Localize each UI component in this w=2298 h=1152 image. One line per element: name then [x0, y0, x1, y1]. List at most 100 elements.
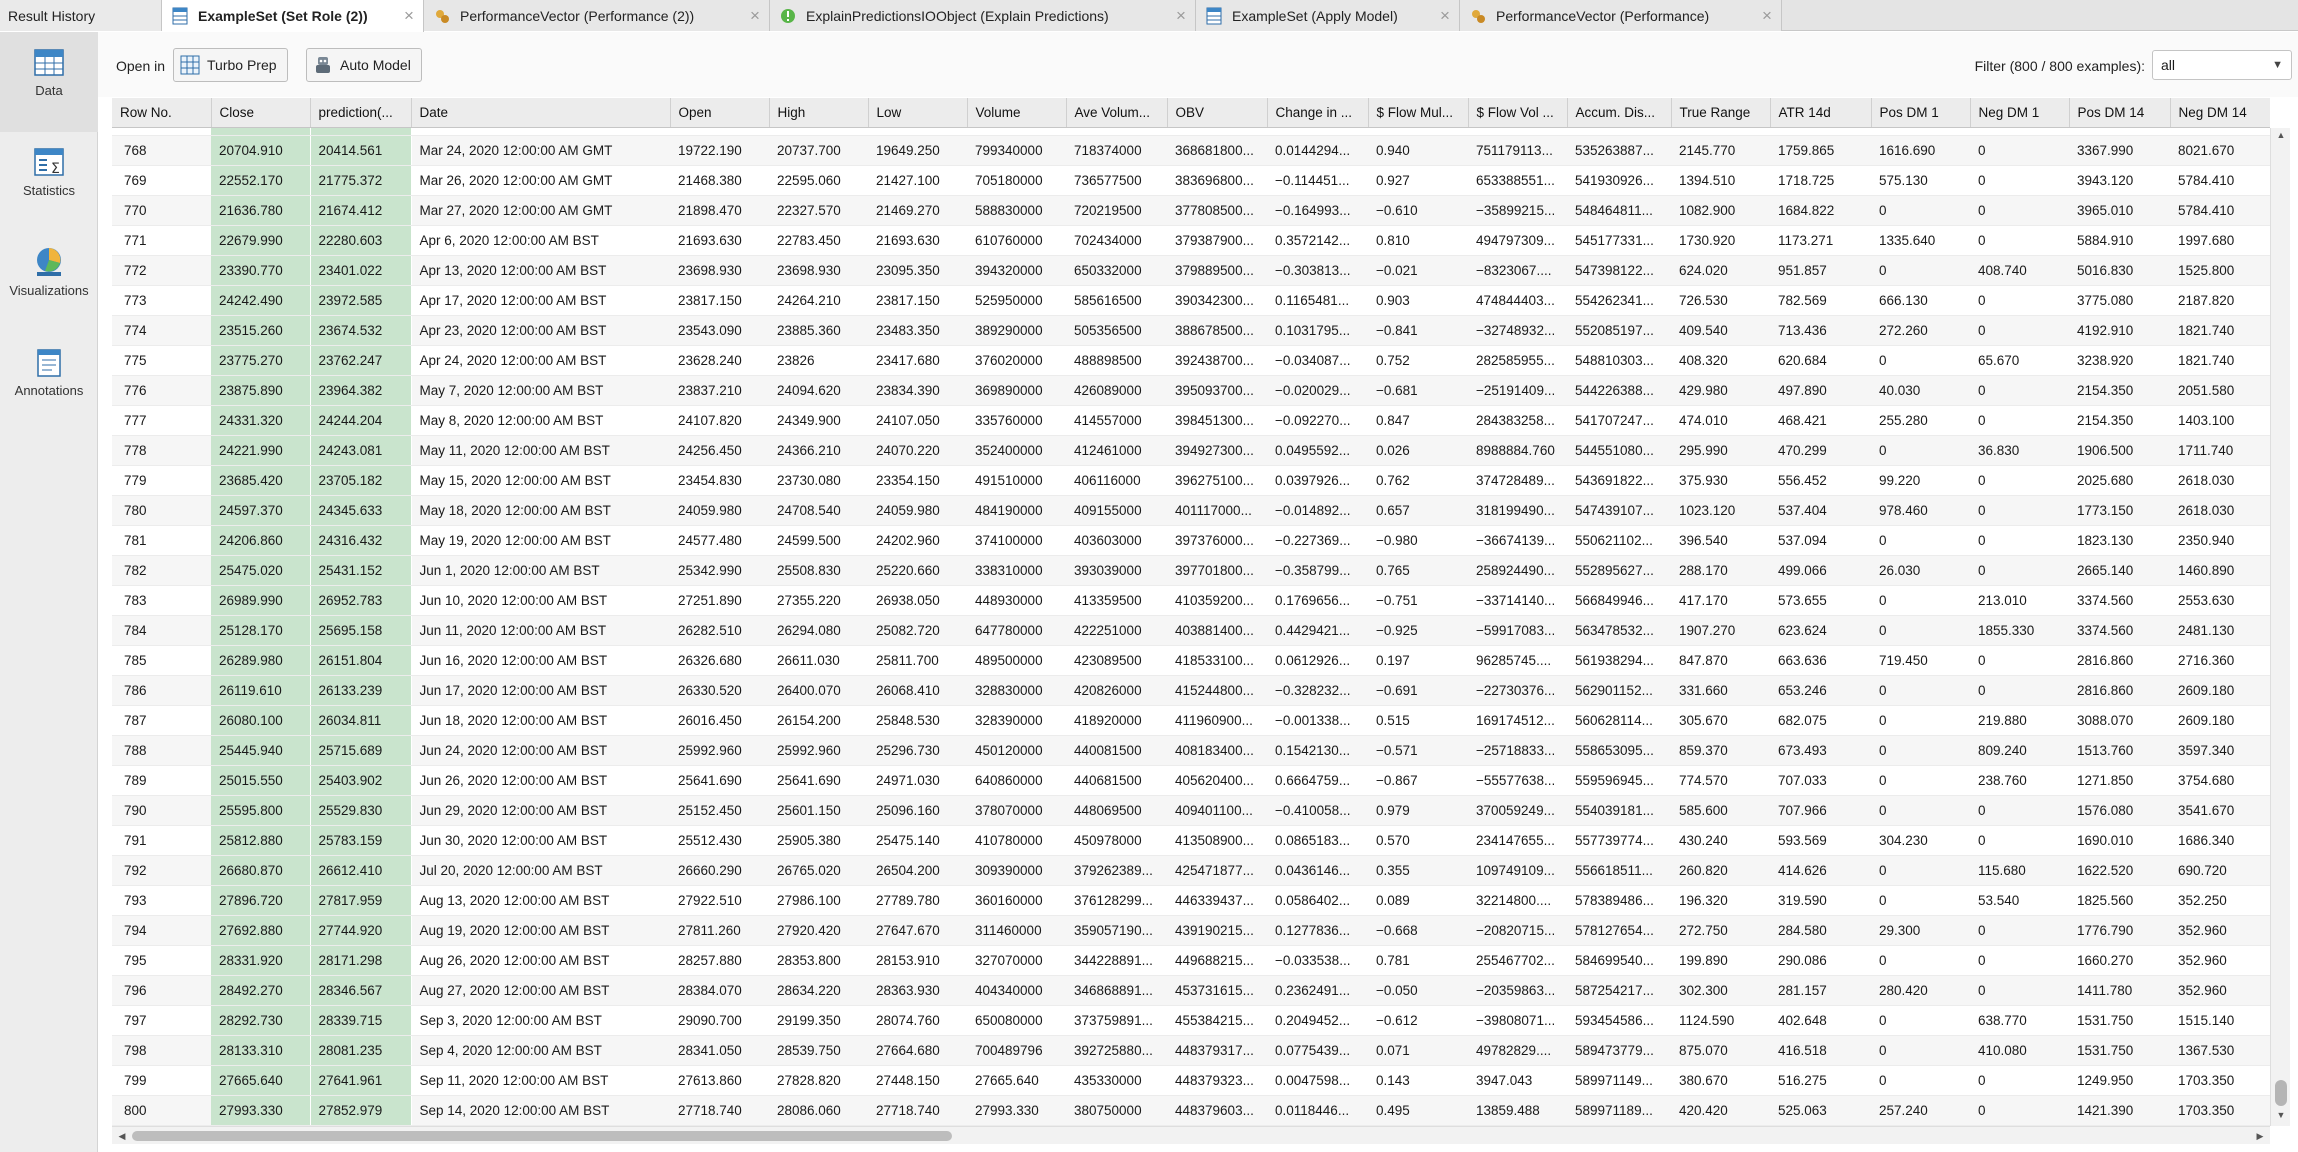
column-header[interactable]: prediction(... [310, 98, 412, 128]
table-cell: 0.762 [1368, 465, 1468, 496]
nav-statistics[interactable]: Σ Statistics [0, 132, 98, 232]
column-header[interactable]: Change in ... [1267, 98, 1369, 128]
table-cell: 28341.050 [670, 1035, 769, 1066]
scroll-right-icon[interactable]: ▶ [2252, 1127, 2268, 1145]
table-cell: Aug 13, 2020 12:00:00 AM BST [411, 885, 670, 916]
table-row[interactable]: 777 24331.320 24244.204 May 8, 2020 12:00:0… [112, 405, 2270, 436]
tab-performance-2[interactable]: PerformanceVector (Performance (2)) × [424, 0, 770, 31]
table-cell: 439190215... [1167, 915, 1267, 946]
close-icon[interactable]: × [741, 6, 769, 26]
tab-exampleset-apply-model[interactable]: ExampleSet (Apply Model) × [1196, 0, 1460, 31]
column-header[interactable]: OBV [1167, 98, 1268, 128]
table-row[interactable]: 776 23875.890 23964.382 May 7, 2020 12:00:0… [112, 375, 2270, 406]
table-cell: −0.980 [1368, 525, 1468, 556]
table-cell: 0 [1871, 1065, 1970, 1096]
table-row[interactable]: 784 25128.170 25695.158 Jun 11, 2020 12:00:… [112, 615, 2270, 646]
table-cell: 4192.910 [2069, 315, 2170, 346]
table-row[interactable]: 779 23685.420 23705.182 May 15, 2020 12:00:… [112, 465, 2270, 496]
turbo-prep-button[interactable]: Turbo Prep [173, 48, 288, 82]
scroll-thumb[interactable] [132, 1131, 952, 1141]
column-header[interactable]: ATR 14d [1770, 98, 1872, 128]
table-row[interactable]: 800 27993.330 27852.979 Sep 14, 2020 12:00:… [112, 1095, 2270, 1126]
table-row[interactable]: 790 25595.800 25529.830 Jun 29, 2020 12:00:… [112, 795, 2270, 826]
close-icon[interactable]: × [1753, 6, 1781, 26]
table-cell: 425471877... [1167, 855, 1267, 886]
scroll-down-icon[interactable]: ▼ [2271, 1110, 2291, 1124]
table-row[interactable]: 782 25475.020 25431.152 Jun 1, 2020 12:00:0… [112, 555, 2270, 586]
table-row[interactable]: 774 23515.260 23674.532 Apr 23, 2020 12:00:… [112, 315, 2270, 346]
tab-performance[interactable]: PerformanceVector (Performance) × [1460, 0, 1782, 31]
column-header[interactable]: Pos DM 14 [2069, 98, 2171, 128]
column-header[interactable]: Date [411, 98, 671, 128]
table-row[interactable]: 788 25445.940 25715.689 Jun 24, 2020 12:00:… [112, 735, 2270, 766]
column-header[interactable]: Neg DM 1 [1970, 98, 2070, 128]
table-row[interactable]: 783 26989.990 26952.783 Jun 10, 2020 12:00:… [112, 585, 2270, 616]
column-header[interactable]: Pos DM 1 [1871, 98, 1971, 128]
scroll-up-icon[interactable]: ▲ [2271, 130, 2291, 144]
auto-model-icon [316, 57, 330, 73]
table-row[interactable]: 798 28133.310 28081.235 Sep 4, 2020 12:00:0… [112, 1035, 2270, 1066]
table-row[interactable]: 794 27692.880 27744.920 Aug 19, 2020 12:00:… [112, 915, 2270, 946]
tab-explain-predictions[interactable]: ExplainPredictionsIOObject (Explain Pred… [770, 0, 1196, 31]
table-cell: 0 [1970, 945, 2069, 976]
table-cell: 377808500... [1167, 195, 1267, 226]
table-row[interactable]: 793 27896.720 27817.959 Aug 13, 2020 12:00:… [112, 885, 2270, 916]
table-row[interactable]: 775 23775.270 23762.247 Apr 24, 2020 12:00:… [112, 345, 2270, 376]
column-header[interactable]: $ Flow Mul... [1368, 98, 1469, 128]
close-icon[interactable]: × [1167, 6, 1195, 26]
vertical-scrollbar[interactable]: ▲ ▼ [2270, 128, 2290, 1126]
table-cell: 284383258... [1468, 405, 1567, 436]
table-row[interactable]: 771 22679.990 22280.603 Apr 6, 2020 12:00:0… [112, 225, 2270, 256]
table-row[interactable]: 778 24221.990 24243.081 May 11, 2020 12:00:… [112, 435, 2270, 466]
scroll-left-icon[interactable]: ◀ [114, 1127, 130, 1145]
auto-model-button[interactable]: Auto Model [306, 48, 422, 82]
table-row[interactable]: 799 27665.640 27641.961 Sep 11, 2020 12:00:… [112, 1065, 2270, 1096]
table-row[interactable]: 769 22552.170 21775.372 Mar 26, 2020 12:00:… [112, 165, 2270, 196]
table-cell: 25715.689 [310, 735, 412, 766]
close-icon[interactable]: × [395, 6, 423, 26]
tab-result-history[interactable]: Result History [0, 0, 162, 31]
table-row[interactable]: 785 26289.980 26151.804 Jun 16, 2020 12:00:… [112, 645, 2270, 676]
scroll-thumb[interactable] [2275, 1080, 2287, 1106]
nav-annotations[interactable]: Annotations [0, 332, 98, 432]
table-row[interactable]: 780 24597.370 24345.633 May 18, 2020 12:00:… [112, 495, 2270, 526]
table-row[interactable]: 772 23390.770 23401.022 Apr 13, 2020 12:00:… [112, 255, 2270, 286]
column-header[interactable]: Neg DM 14 [2170, 98, 2270, 128]
column-header[interactable]: Accum. Dis... [1567, 98, 1672, 128]
column-header[interactable]: $ Flow Vol ... [1468, 98, 1568, 128]
table-row[interactable]: 773 24242.490 23972.585 Apr 17, 2020 12:00:… [112, 285, 2270, 316]
table-cell: 238.760 [1970, 765, 2069, 796]
table-cell: −35899215... [1468, 195, 1567, 226]
column-header[interactable]: Row No. [112, 98, 212, 128]
table-cell: 647780000 [967, 615, 1066, 646]
table-cell: 23817.150 [670, 285, 769, 316]
row-number-cell: 775 [112, 345, 211, 376]
column-header[interactable]: True Range [1671, 98, 1771, 128]
close-icon[interactable]: × [1431, 6, 1459, 26]
table-row[interactable]: 768 20704.910 20414.561 Mar 24, 2020 12:00:… [112, 135, 2270, 166]
column-header[interactable]: Volume [967, 98, 1067, 128]
table-cell: 0 [1970, 675, 2069, 706]
filter-dropdown[interactable]: all ▼ [2152, 50, 2292, 80]
table-row[interactable]: 787 26080.100 26034.811 Jun 18, 2020 12:00:… [112, 705, 2270, 736]
tab-exampleset-set-role[interactable]: ExampleSet (Set Role (2)) × [162, 0, 424, 32]
column-header[interactable]: Ave Volum... [1066, 98, 1168, 128]
column-header[interactable]: High [769, 98, 869, 128]
table-row[interactable]: 796 28492.270 28346.567 Aug 27, 2020 12:00:… [112, 975, 2270, 1006]
table-cell: 440081500 [1066, 735, 1167, 766]
table-row[interactable]: 797 28292.730 28339.715 Sep 3, 2020 12:00:0… [112, 1005, 2270, 1036]
table-row[interactable]: 770 21636.780 21674.412 Mar 27, 2020 12:00:… [112, 195, 2270, 226]
table-row[interactable]: 789 25015.550 25403.902 Jun 26, 2020 12:00:… [112, 765, 2270, 796]
nav-visualizations[interactable]: Visualizations [0, 232, 98, 332]
horizontal-scrollbar[interactable]: ◀ ▶ [112, 1126, 2270, 1144]
nav-data[interactable]: Data [0, 32, 98, 132]
table-row[interactable]: 792 26680.870 26612.410 Jul 20, 2020 12:00:… [112, 855, 2270, 886]
column-header[interactable]: Open [670, 98, 770, 128]
table-row[interactable]: 791 25812.880 25783.159 Jun 30, 2020 12:00:… [112, 825, 2270, 856]
table-row[interactable]: 786 26119.610 26133.239 Jun 17, 2020 12:00:… [112, 675, 2270, 706]
table-cell: 2350.940 [2170, 525, 2270, 556]
column-header[interactable]: Low [868, 98, 968, 128]
table-row[interactable]: 781 24206.860 24316.432 May 19, 2020 12:00:… [112, 525, 2270, 556]
column-header[interactable]: Close [211, 98, 311, 128]
table-row[interactable]: 795 28331.920 28171.298 Aug 26, 2020 12:00:… [112, 945, 2270, 976]
